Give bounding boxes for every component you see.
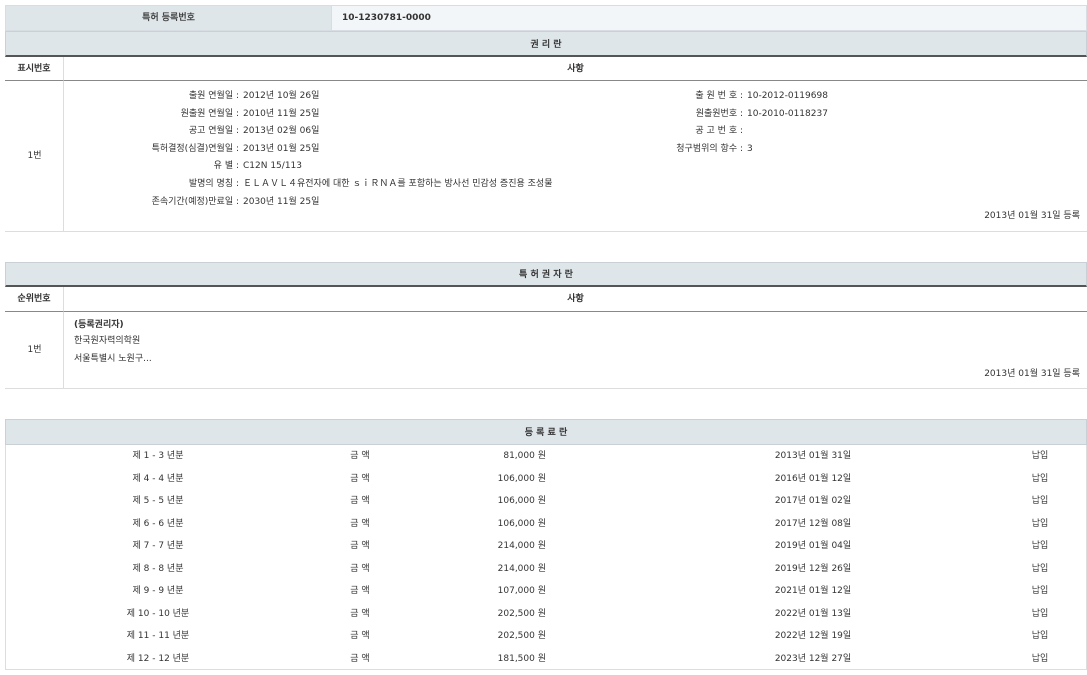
fee-amount: 202,500 원 [430,629,546,643]
field-label: 원출원 연월일 : [90,107,239,121]
field-value: 2013년 01월 25일 [243,142,319,156]
fee-status: 납입 [1020,517,1060,531]
fee-status: 납입 [1020,652,1060,666]
fee-amount: 106,000 원 [430,472,546,486]
rights-row-no: 1번 [5,149,64,163]
holder-name: 한국원자력의학원 [74,334,140,348]
field-value: 2030년 11월 25일 [243,195,319,209]
holder-address: 서울특별시 노원구... [74,352,152,366]
fee-amount: 214,000 원 [430,562,546,576]
fee-amount: 106,000 원 [430,494,546,508]
field-label: 청구범위의 항수 : [600,142,743,156]
fee-payment-date: 2019년 12월 26일 [753,562,873,576]
fee-period: 제 10 - 10 년분 [98,607,218,621]
field-label: 발명의 명칭 : [90,177,239,191]
holder-col-no: 순위번호 [5,287,64,312]
fee-status: 납입 [1020,472,1060,486]
fee-amount-label: 금 액 [330,494,390,508]
fee-period: 제 4 - 4 년분 [98,472,218,486]
fee-status: 납입 [1020,449,1060,463]
fee-amount-label: 금 액 [330,607,390,621]
holder-col-matter: 사항 [64,287,1087,312]
fee-status: 납입 [1020,607,1060,621]
fee-amount: 202,500 원 [430,607,546,621]
fee-status: 납입 [1020,539,1060,553]
fee-amount-label: 금 액 [330,652,390,666]
field-label: 특허결정(심결)연월일 : [90,142,239,156]
fee-amount: 81,000 원 [430,449,546,463]
fee-amount: 106,000 원 [430,517,546,531]
fee-payment-date: 2019년 01월 04일 [753,539,873,553]
fee-payment-date: 2023년 12월 27일 [753,652,873,666]
fee-period: 제 9 - 9 년분 [98,584,218,598]
fee-period: 제 11 - 11 년분 [98,629,218,643]
field-value: 3 [747,142,753,156]
field-value: 2013년 02월 06일 [243,124,319,138]
fee-period: 제 12 - 12 년분 [98,652,218,666]
fee-status: 납입 [1020,629,1060,643]
field-label: 공 고 번 호 : [600,124,743,138]
field-label: 공고 연월일 : [90,124,239,138]
fee-amount-label: 금 액 [330,584,390,598]
field-label: 출원 연월일 : [90,89,239,103]
fee-amount: 181,500 원 [430,652,546,666]
fee-payment-date: 2022년 12월 19일 [753,629,873,643]
fee-amount-label: 금 액 [330,629,390,643]
reg-number-label: 특허 등록번호 [5,5,332,31]
field-value: 2012년 10월 26일 [243,89,319,103]
field-label: 출 원 번 호 : [600,89,743,103]
rights-section-title: 권 리 란 [5,31,1087,57]
fee-amount-label: 금 액 [330,449,390,463]
fee-period: 제 8 - 8 년분 [98,562,218,576]
fee-payment-date: 2017년 01월 02일 [753,494,873,508]
fee-amount: 107,000 원 [430,584,546,598]
field-value: C12N 15/113 [243,159,302,173]
reg-number-value: 10-1230781-0000 [342,11,431,25]
field-value: ＥＬＡＶＬ４유전자에 대한 ｓｉＲＮＡ를 포함하는 방사선 민감성 증진용 조성… [243,177,552,191]
rights-col-no: 표시번호 [5,57,64,81]
field-value: 10-2010-0118237 [747,107,828,121]
fee-amount-label: 금 액 [330,472,390,486]
fee-amount-label: 금 액 [330,517,390,531]
holder-row-no: 1번 [5,343,64,357]
fee-status: 납입 [1020,562,1060,576]
holder-type: (등록권리자) [74,318,124,332]
fee-payment-date: 2016년 01월 12일 [753,472,873,486]
holder-section-title: 특 허 권 자 란 [5,262,1087,287]
holder-reg-date: 2013년 01월 31일 등록 [880,367,1080,381]
fee-payment-date: 2017년 12월 08일 [753,517,873,531]
fee-payment-date: 2021년 01월 12일 [753,584,873,598]
fee-status: 납입 [1020,584,1060,598]
fee-payment-date: 2022년 01월 13일 [753,607,873,621]
field-label: 유 별 : [90,159,239,173]
field-value: 2010년 11월 25일 [243,107,319,121]
fee-amount-label: 금 액 [330,539,390,553]
fee-period: 제 1 - 3 년분 [98,449,218,463]
fee-period: 제 7 - 7 년분 [98,539,218,553]
fee-amount: 214,000 원 [430,539,546,553]
fee-section-title: 등 록 료 란 [5,419,1087,445]
fee-status: 납입 [1020,494,1060,508]
fee-amount-label: 금 액 [330,562,390,576]
fee-period: 제 5 - 5 년분 [98,494,218,508]
fee-payment-date: 2013년 01월 31일 [753,449,873,463]
field-value: 10-2012-0119698 [747,89,828,103]
field-label: 존속기간(예정)만료일 : [90,195,239,209]
fee-period: 제 6 - 6 년분 [98,517,218,531]
field-label: 원출원번호 : [600,107,743,121]
rights-col-matter: 사항 [64,57,1087,81]
rights-reg-date: 2013년 01월 31일 등록 [880,209,1080,223]
